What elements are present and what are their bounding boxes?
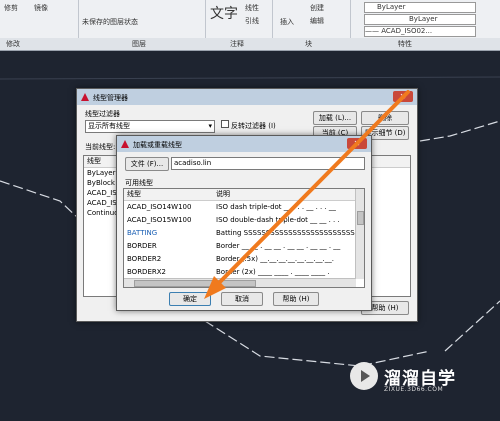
arrow-annotation xyxy=(204,90,410,299)
watermark-url: ZIXUE.3D66.COM xyxy=(384,386,444,393)
arrow-shaft xyxy=(210,90,410,292)
play-logo-icon xyxy=(350,362,378,390)
